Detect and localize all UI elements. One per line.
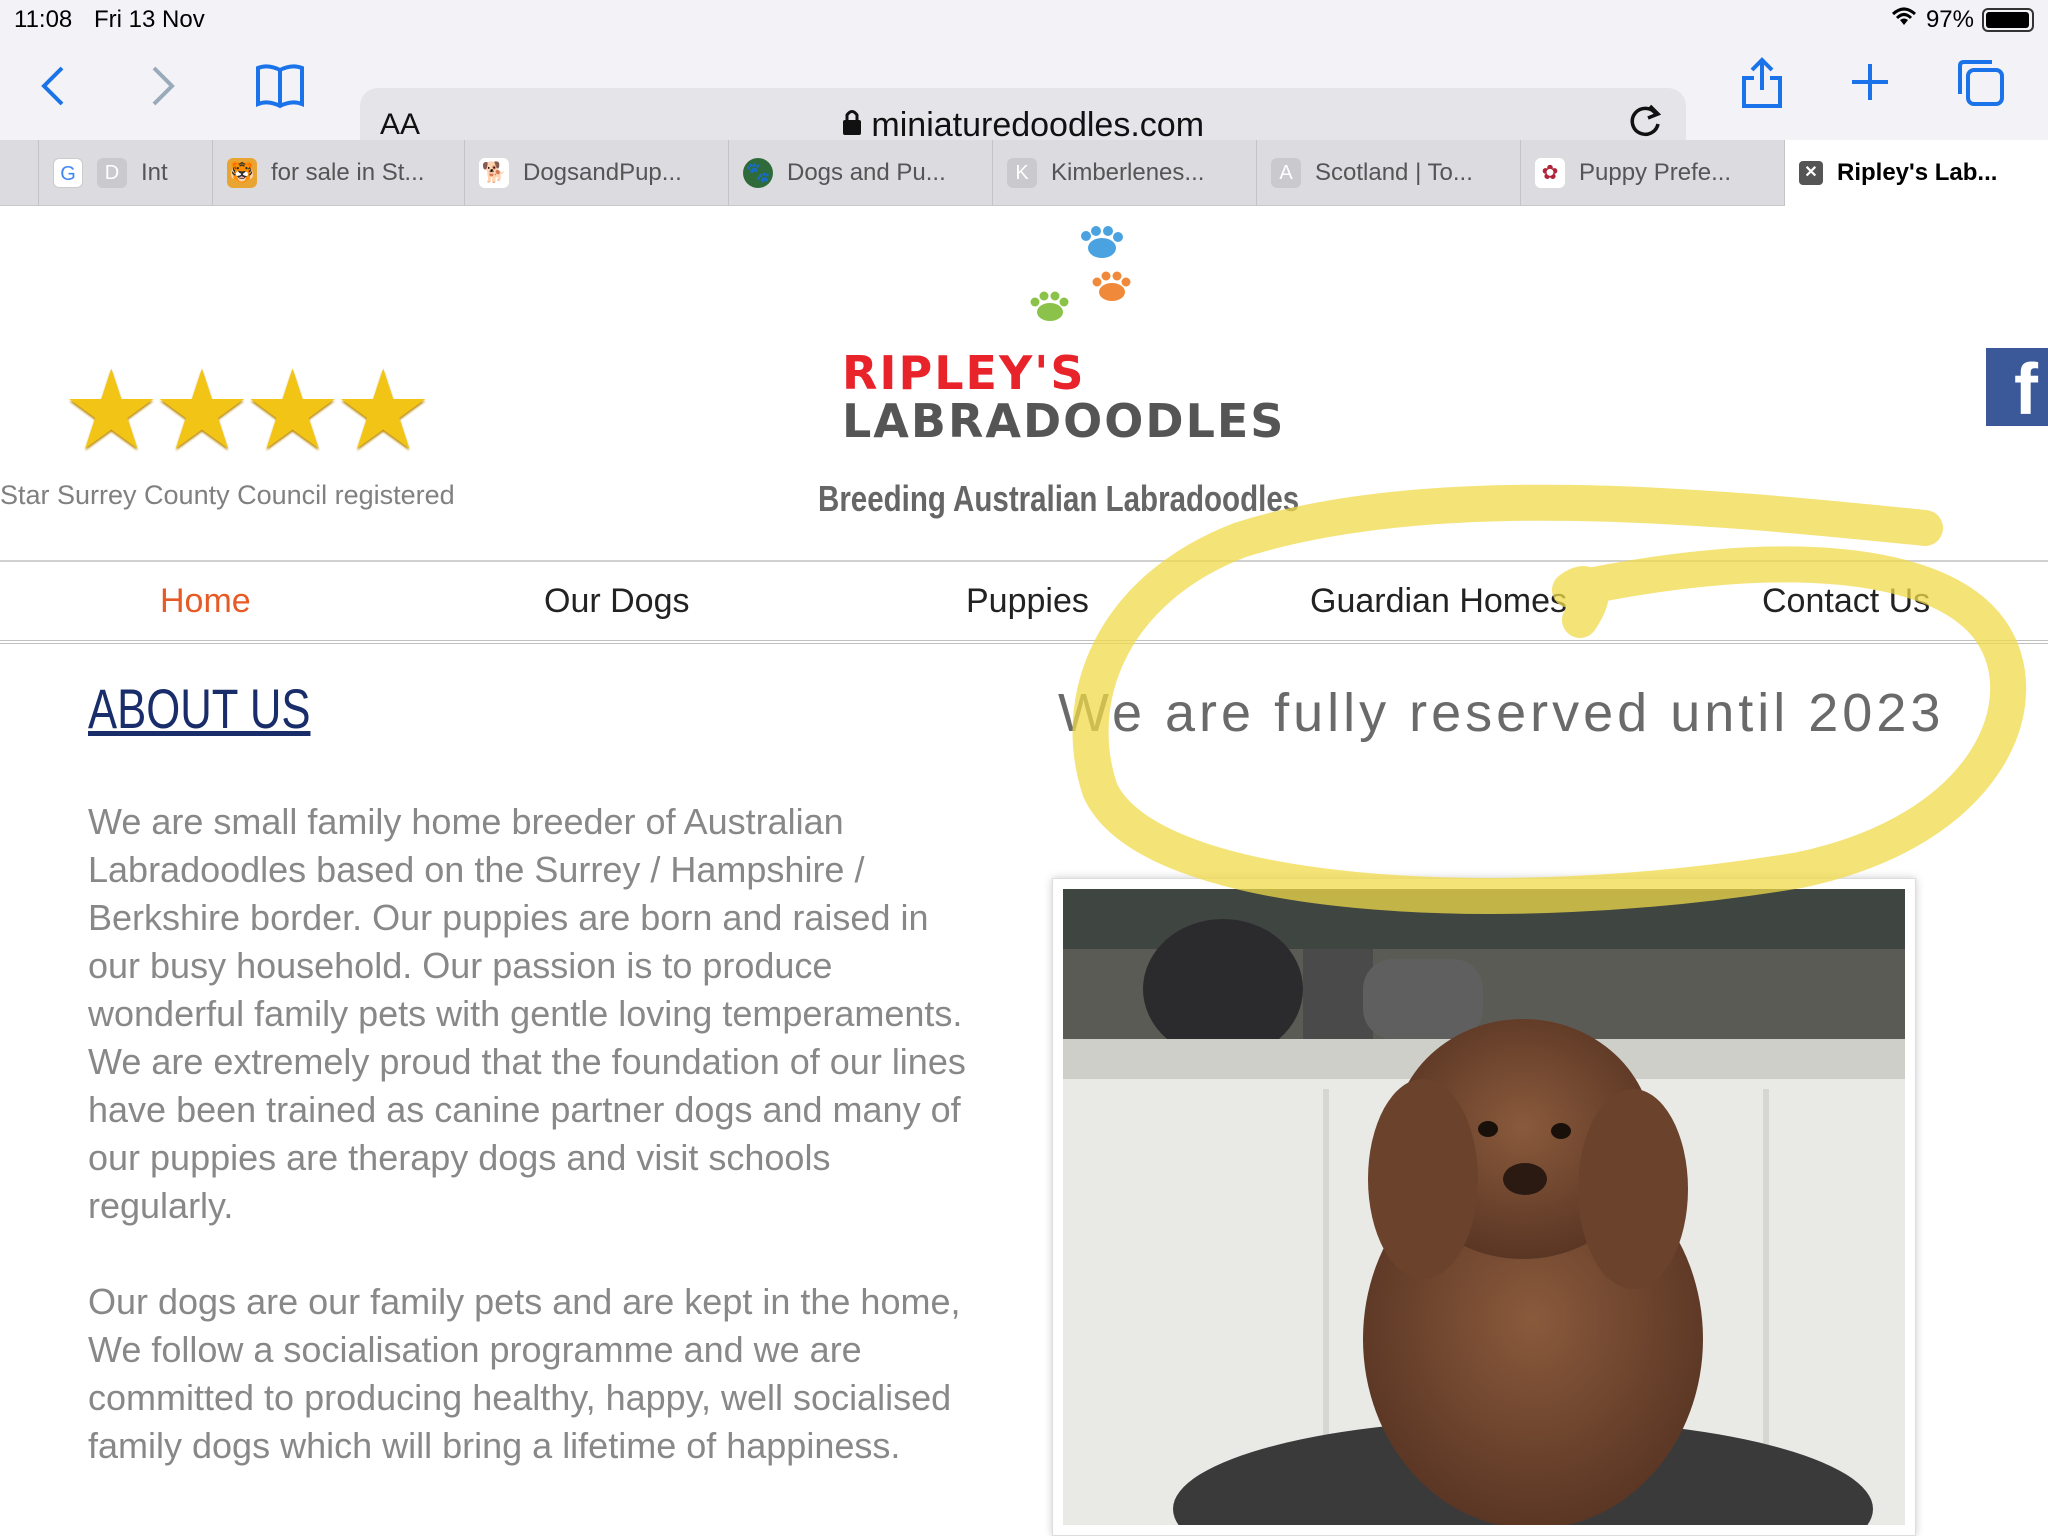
tab-favicon: K <box>1007 158 1037 188</box>
council-text: Star Surrey County Council registered <box>0 480 455 510</box>
about-paragraph-2: Our dogs are our family pets and are kep… <box>88 1281 961 1466</box>
battery-percent: 97% <box>1925 5 1974 33</box>
nav-our-dogs[interactable]: Our Dogs <box>544 582 690 621</box>
logo-line-1: RIPLEY'S <box>842 346 1086 400</box>
logo-line-2: LABRADOODLES <box>842 394 1286 448</box>
about-us-heading: ABOUT US <box>88 677 311 740</box>
google-icon: G <box>53 158 83 188</box>
rating-stars: ★★★★ <box>62 349 432 472</box>
tab-active[interactable]: ✕ Ripley's Lab... <box>1784 140 2048 206</box>
tabs-overview-icon[interactable] <box>1956 58 2006 116</box>
nav-puppies[interactable]: Puppies <box>966 582 1089 621</box>
tab-5[interactable]: K Kimberlenes... <box>992 140 1256 206</box>
new-tab-icon[interactable] <box>1848 60 1892 112</box>
tab-1[interactable]: G D Int <box>38 140 212 206</box>
status-time: 11:08 <box>14 6 73 33</box>
tab-favicon: 🐾 <box>743 158 773 188</box>
tab-label: for sale in St... <box>271 159 425 186</box>
bookmarks-icon[interactable] <box>254 60 306 118</box>
site-logo[interactable]: RIPLEY'S LABRADOODLES <box>842 346 1322 448</box>
site-nav: Home Our Dogs Puppies Guardian Homes Con… <box>0 560 2048 644</box>
url-text: miniaturedoodles.com <box>871 106 1205 144</box>
dog-photo-image <box>1063 889 1905 1525</box>
tab-favicon: A <box>1271 158 1301 188</box>
tab-label: DogsandPup... <box>523 159 682 186</box>
nav-guardian-homes[interactable]: Guardian Homes <box>1310 582 1567 621</box>
tab-6[interactable]: A Scotland | To... <box>1256 140 1520 206</box>
tab-strip: G D Int 🐯 for sale in St... 🐕 DogsandPup… <box>0 140 2048 206</box>
web-page: ★★★★ Star Surrey County Council register… <box>0 206 2048 1536</box>
tab-4[interactable]: 🐾 Dogs and Pu... <box>728 140 992 206</box>
status-bar: 11:08 Fri 13 Nov 97% <box>0 0 2048 40</box>
battery-icon <box>1982 7 2034 32</box>
dog-photo <box>1052 878 1916 1536</box>
browser-toolbar: AA miniaturedoodles.com <box>0 40 2048 160</box>
status-right: 97% <box>1890 5 2034 34</box>
facebook-icon[interactable]: f <box>1986 348 2048 430</box>
tab-label: Dogs and Pu... <box>787 159 946 186</box>
about-paragraph-1: We are small family home breeder of Aust… <box>88 801 966 1226</box>
paw-prints-icon <box>1020 226 1160 346</box>
tab-favicon: 🐕 <box>479 158 509 188</box>
tab-favicon: 🐯 <box>227 158 257 188</box>
tagline: Breeding Australian Labradoodles <box>818 478 1300 519</box>
nav-contact-us[interactable]: Contact Us <box>1762 582 1930 621</box>
status-date: Fri 13 Nov <box>94 6 205 33</box>
forward-icon[interactable] <box>146 62 180 118</box>
tab-3[interactable]: 🐕 DogsandPup... <box>464 140 728 206</box>
tab-2[interactable]: 🐯 for sale in St... <box>212 140 464 206</box>
close-tab-icon[interactable]: ✕ <box>1799 161 1823 185</box>
tab-favicon: ✿ <box>1535 158 1565 188</box>
tab-label: Scotland | To... <box>1315 159 1473 186</box>
back-icon[interactable] <box>36 62 70 118</box>
tab-favicon: D <box>97 158 127 188</box>
tab-label: Kimberlenes... <box>1051 159 1205 186</box>
tab-label: Ripley's Lab... <box>1837 159 1998 186</box>
nav-home[interactable]: Home <box>160 582 251 621</box>
reserved-notice: We are fully reserved until 2023 <box>1058 683 1945 743</box>
wifi-icon <box>1890 5 1918 34</box>
tab-label: Puppy Prefe... <box>1579 159 1732 186</box>
tab-7[interactable]: ✿ Puppy Prefe... <box>1520 140 1784 206</box>
share-icon[interactable] <box>1740 56 1784 118</box>
lock-icon <box>842 106 871 144</box>
tab-label: Int <box>141 159 168 186</box>
